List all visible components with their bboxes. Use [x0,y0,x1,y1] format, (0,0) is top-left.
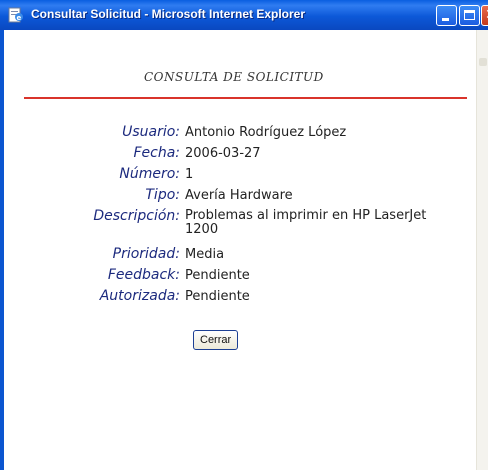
title-bar[interactable]: e Consultar Solicitud - Microsoft Intern… [0,0,488,31]
field-label: Tipo: [145,187,180,203]
ie-page-icon: e [8,7,23,23]
field-value: Problemas al imprimir en HP LaserJet 120… [185,208,427,237]
minimize-icon [442,18,449,21]
svg-text:e: e [17,14,22,22]
field-row-descripcion: Descripción: Problemas al imprimir en HP… [4,208,476,242]
field-value: 1 [185,167,194,182]
field-value: 2006-03-27 [185,146,261,161]
field-label: Número: [119,166,180,182]
ie-popup-window: e Consultar Solicitud - Microsoft Intern… [0,0,488,470]
field-row-fecha: Fecha: 2006-03-27 [4,145,476,165]
heading-divider [24,97,467,99]
field-label: Prioridad: [112,246,180,262]
field-row-autorizada: Autorizada: Pendiente [4,288,476,308]
field-label: Feedback: [107,267,180,283]
field-value: Media [185,247,225,262]
window-title: Consultar Solicitud - Microsoft Internet… [31,7,306,21]
field-value: Antonio Rodríguez López [185,125,347,140]
maximize-button[interactable] [459,5,480,26]
maximize-icon [464,10,475,20]
minimize-button[interactable] [436,5,457,26]
page-heading: CONSULTA DE SOLICITUD [144,70,324,84]
field-label: Fecha: [133,145,180,161]
field-label: Autorizada: [99,288,180,304]
close-window-button[interactable]: ✕ [481,5,488,26]
field-value: Avería Hardware [185,188,293,203]
field-label: Descripción: [93,208,180,224]
field-row-prioridad: Prioridad: Media [4,246,476,266]
field-row-usuario: Usuario: Antonio Rodríguez López [4,124,476,144]
close-button[interactable]: Cerrar [193,330,239,350]
field-row-feedback: Feedback: Pendiente [4,267,476,287]
vertical-scrollbar[interactable] [476,30,488,470]
field-value: Pendiente [185,289,250,304]
scroll-thumb[interactable] [479,58,487,66]
field-value: Pendiente [185,268,250,283]
field-label: Usuario: [122,124,180,140]
field-row-tipo: Tipo: Avería Hardware [4,187,476,207]
page-content: CONSULTA DE SOLICITUD Usuario: Antonio R… [4,30,476,470]
field-row-numero: Número: 1 [4,166,476,186]
